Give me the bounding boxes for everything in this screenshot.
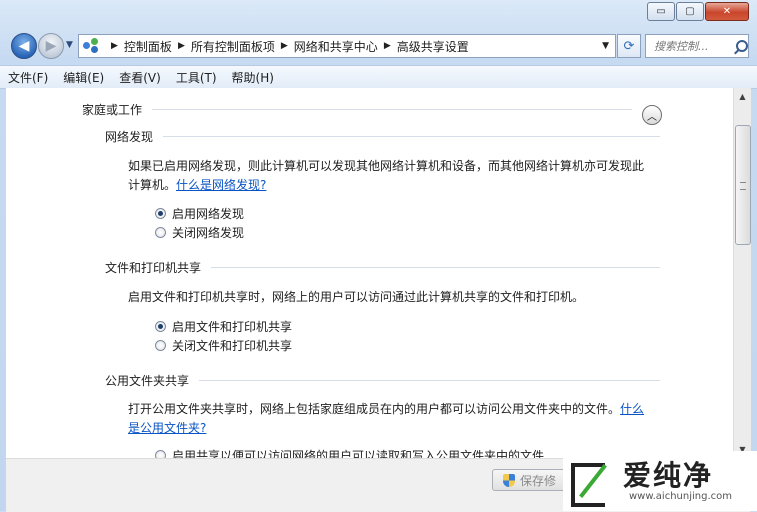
radio-disable-file-sharing[interactable]: 关闭文件和打印机共享	[155, 337, 292, 354]
watermark: 爱纯净 www.aichunjing.com	[563, 451, 757, 511]
description-text: 如果已启用网络发现，则此计算机可以发现其他网络计算机和设备，而其他网络计算机亦可…	[128, 159, 645, 173]
maximize-button[interactable]: ▢	[676, 2, 704, 21]
watermark-url: www.aichunjing.com	[629, 490, 732, 502]
help-link[interactable]: 什么是网络发现?	[176, 178, 266, 192]
help-link[interactable]: 什么	[620, 402, 644, 416]
watermark-title: 爱纯净	[623, 458, 714, 492]
radio-enable-public-sharing[interactable]: 启用共享以便可以访问网络的用户可以读取和写入公用文件夹中的文件	[155, 447, 544, 458]
chevron-down-icon[interactable]: ▼	[602, 41, 609, 51]
menu-bar: 文件(F) 编辑(E) 查看(V) 工具(T) 帮助(H)	[0, 65, 757, 89]
radio-button[interactable]	[155, 450, 166, 458]
breadcrumb-all-items[interactable]: ▶ 所有控制面板项	[172, 38, 275, 55]
caption-buttons: ▭ ▢ ✕	[646, 2, 749, 21]
chevron-up-icon[interactable]: ︿	[642, 105, 662, 125]
refresh-icon[interactable]: ⟳	[617, 34, 641, 58]
menu-edit[interactable]: 编辑(E)	[55, 69, 111, 86]
menu-view[interactable]: 查看(V)	[111, 69, 168, 86]
breadcrumb-label[interactable]: 所有控制面板项	[191, 38, 275, 55]
scroll-up-icon[interactable]: ▲	[734, 88, 751, 105]
radio-label[interactable]: 关闭网络发现	[172, 224, 244, 241]
minimize-button[interactable]: ▭	[647, 2, 675, 21]
radio-enable-file-sharing[interactable]: 启用文件和打印机共享	[155, 318, 292, 335]
radio-label[interactable]: 启用网络发现	[172, 205, 244, 222]
scroll-thumb[interactable]	[735, 125, 751, 245]
radio-button[interactable]	[155, 340, 166, 351]
breadcrumb-label[interactable]: 控制面板	[124, 38, 172, 55]
help-link[interactable]: 是公用文件夹?	[128, 421, 206, 435]
chevron-right-icon[interactable]: ▶	[111, 41, 118, 51]
search-input[interactable]	[652, 38, 734, 54]
divider	[163, 136, 660, 137]
close-button[interactable]: ✕	[705, 2, 749, 21]
breadcrumb-advanced-sharing[interactable]: ▶ 高级共享设置	[378, 38, 469, 55]
save-label[interactable]: 保存修	[520, 472, 556, 489]
radio-button[interactable]	[155, 227, 166, 238]
back-arrow-icon[interactable]: ◀	[11, 33, 37, 59]
public-folder-sharing-description: 打开公用文件夹共享时，网络上包括家庭组成员在内的用户都可以访问公用文件夹中的文件…	[128, 400, 688, 438]
network-discovery-header: 网络发现	[105, 128, 660, 145]
radio-label[interactable]: 关闭文件和打印机共享	[172, 337, 292, 354]
network-discovery-description: 如果已启用网络发现，则此计算机可以发现其他网络计算机和设备，而其他网络计算机亦可…	[128, 157, 688, 195]
breadcrumb-control-panel[interactable]: ▶ 控制面板	[105, 38, 172, 55]
section-heading: 公用文件夹共享	[105, 374, 190, 388]
profile-title: 家庭或工作	[82, 103, 143, 117]
search-icon[interactable]	[736, 40, 748, 52]
file-printer-sharing-description: 启用文件和打印机共享时，网络上的用户可以访问通过此计算机共享的文件和打印机。	[128, 288, 688, 307]
menu-file[interactable]: 文件(F)	[0, 69, 55, 86]
profile-section-header: 家庭或工作	[82, 101, 632, 118]
section-heading: 文件和打印机共享	[105, 261, 202, 275]
forward-arrow-icon[interactable]: ▶	[38, 33, 64, 59]
save-changes-button[interactable]: 保存修	[492, 469, 572, 491]
chevron-right-icon[interactable]: ▶	[384, 41, 391, 51]
menu-help[interactable]: 帮助(H)	[224, 69, 281, 86]
divider	[211, 267, 660, 268]
section-heading: 网络发现	[105, 130, 154, 144]
radio-enable-network-discovery[interactable]: 启用网络发现	[155, 205, 244, 222]
grip-icon	[740, 182, 746, 190]
description-text: 计算机。	[128, 178, 177, 192]
divider	[199, 380, 660, 381]
breadcrumb-label[interactable]: 网络和共享中心	[294, 38, 378, 55]
watermark-logo-icon	[569, 459, 617, 507]
radio-label[interactable]: 启用文件和打印机共享	[172, 318, 292, 335]
network-icon	[83, 38, 101, 54]
file-printer-sharing-header: 文件和打印机共享	[105, 259, 660, 276]
radio-button[interactable]	[155, 208, 166, 219]
public-folder-sharing-header: 公用文件夹共享	[105, 372, 660, 389]
uac-shield-icon	[503, 473, 515, 487]
control-panel-window: ▭ ▢ ✕ ◀ ▶ ▼ ▶ 控制面板 ▶ 所有控制面板项 ▶ 网络和共享中心 ▶…	[0, 0, 757, 512]
vertical-scrollbar[interactable]: ▲ ▼	[733, 88, 751, 458]
settings-content: 家庭或工作 ︿ 网络发现 如果已启用网络发现，则此计算机可以发现其他网络计算机和…	[6, 88, 733, 458]
breadcrumb-label[interactable]: 高级共享设置	[397, 38, 469, 55]
search-box[interactable]	[645, 34, 749, 58]
description-text: 启用文件和打印机共享时，网络上的用户可以访问通过此计算机共享的文件和打印机。	[128, 290, 585, 304]
radio-button[interactable]	[155, 321, 166, 332]
description-text: 打开公用文件夹共享时，网络上包括家庭组成员在内的用户都可以访问公用文件夹中的文件…	[128, 402, 621, 416]
radio-label[interactable]: 启用共享以便可以访问网络的用户可以读取和写入公用文件夹中的文件	[172, 447, 544, 458]
divider	[152, 109, 632, 110]
menu-tools[interactable]: 工具(T)	[168, 69, 224, 86]
breadcrumb-network-center[interactable]: ▶ 网络和共享中心	[275, 38, 378, 55]
recent-pages-dropdown[interactable]: ▼	[66, 40, 73, 50]
chevron-right-icon[interactable]: ▶	[281, 41, 288, 51]
chevron-right-icon[interactable]: ▶	[178, 41, 185, 51]
address-bar[interactable]: ▶ 控制面板 ▶ 所有控制面板项 ▶ 网络和共享中心 ▶ 高级共享设置 ▼	[78, 34, 616, 58]
radio-disable-network-discovery[interactable]: 关闭网络发现	[155, 224, 244, 241]
